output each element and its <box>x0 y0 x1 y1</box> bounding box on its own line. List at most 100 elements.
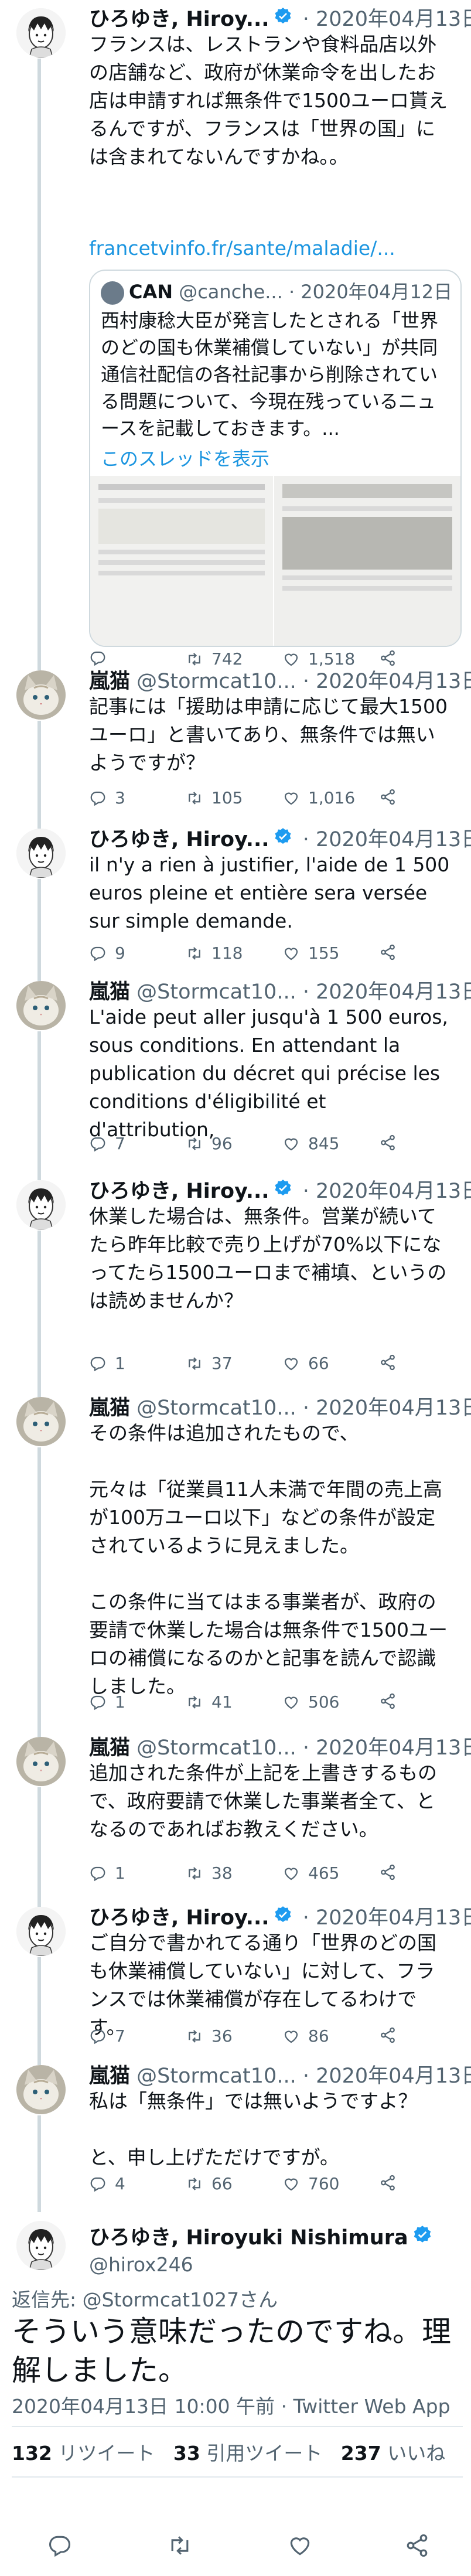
avatar[interactable] <box>16 1397 66 1446</box>
reply-icon[interactable] <box>89 789 107 807</box>
retweet-button[interactable]: 41 <box>186 1692 233 1712</box>
quote-count[interactable]: 33 引用ツイート <box>173 2442 322 2465</box>
reply-icon[interactable] <box>89 1355 107 1372</box>
avatar[interactable] <box>16 829 66 878</box>
like-icon[interactable] <box>282 1135 300 1153</box>
share-button[interactable] <box>379 1354 397 1371</box>
avatar[interactable] <box>16 1907 66 1956</box>
like-icon[interactable] <box>282 1694 300 1711</box>
author-name[interactable]: 嵐猫 <box>89 670 130 693</box>
like-icon[interactable] <box>282 1355 300 1372</box>
reply-button[interactable]: 7 <box>89 2026 125 2046</box>
retweet-count[interactable]: 132 リツイート <box>12 2442 155 2465</box>
avatar[interactable] <box>16 1737 66 1786</box>
avatar[interactable] <box>16 981 66 1030</box>
tweet-date[interactable]: · 2020年04月13日 <box>303 1736 471 1760</box>
reply-button[interactable]: 1 <box>89 1863 125 1883</box>
retweet-icon[interactable] <box>186 945 203 962</box>
retweet-icon[interactable] <box>186 1135 203 1153</box>
like-button[interactable]: 86 <box>282 2026 329 2046</box>
like-count[interactable]: 237 いいね <box>341 2442 445 2465</box>
quoted-tweet[interactable]: CAN @canche... · 2020年04月12日 西村康稔大臣が発言したと… <box>89 270 462 647</box>
author-name[interactable]: 嵐猫 <box>89 980 130 1004</box>
like-button[interactable]: 465 <box>282 1863 339 1883</box>
reply-to[interactable]: 返信先: @Stormcat1027さん <box>12 2284 278 2312</box>
like-icon[interactable] <box>287 2533 313 2561</box>
share-button[interactable] <box>379 1134 397 1151</box>
share-button[interactable] <box>379 2174 397 2192</box>
retweet-icon[interactable] <box>186 1694 203 1711</box>
retweet-button[interactable]: 38 <box>186 1863 233 1883</box>
reply-icon[interactable] <box>89 1694 107 1711</box>
retweet-icon[interactable] <box>167 2533 193 2561</box>
share-button[interactable] <box>379 788 397 806</box>
reply-button[interactable]: 1 <box>89 1692 125 1712</box>
retweet-icon[interactable] <box>186 2028 203 2045</box>
reply-button[interactable]: 7 <box>89 1134 125 1153</box>
like-button[interactable]: 155 <box>282 943 339 963</box>
retweet-button[interactable]: 66 <box>186 2174 233 2193</box>
retweet-button[interactable]: 37 <box>186 1354 233 1373</box>
share-icon[interactable] <box>379 1134 397 1151</box>
avatar[interactable] <box>16 1180 66 1229</box>
tweet-date[interactable]: · 2020年04月13日 <box>303 1396 471 1420</box>
author-handle[interactable]: @Stormcat10... <box>136 1736 296 1760</box>
author-name[interactable]: ひろゆき, Hiroy... <box>89 828 269 851</box>
share-icon[interactable] <box>379 1692 397 1710</box>
reply-button[interactable]: 3 <box>89 788 125 807</box>
avatar[interactable] <box>16 8 66 57</box>
like-button[interactable]: 1,016 <box>282 788 355 807</box>
retweet-button[interactable]: 36 <box>186 2026 233 2046</box>
avatar[interactable] <box>16 670 66 720</box>
avatar[interactable] <box>16 2065 66 2114</box>
retweet-icon[interactable] <box>186 1355 203 1372</box>
quote-image[interactable] <box>90 476 274 646</box>
tweet[interactable]: 嵐猫 @Stormcat10... · 2020年04月13日 その条件は追加され… <box>0 1389 471 1729</box>
author-handle[interactable]: @Stormcat10... <box>136 670 296 693</box>
author-handle[interactable]: @Stormcat10... <box>136 2064 296 2088</box>
share-icon[interactable] <box>379 1863 397 1881</box>
tweet-date[interactable]: · 2020年04月13日 <box>303 1906 471 1930</box>
quote-date[interactable]: · 2020年04月12日 <box>289 281 452 303</box>
share-icon[interactable] <box>379 1354 397 1371</box>
reply-icon[interactable] <box>89 1865 107 1882</box>
tweet-date[interactable]: · 2020年04月13日 <box>303 828 471 851</box>
tweet[interactable]: 嵐猫 @Stormcat10... · 2020年04月13日 記事には「援助は申… <box>0 662 471 820</box>
retweet-icon[interactable] <box>186 789 203 807</box>
like-icon[interactable] <box>282 945 300 962</box>
reply-icon[interactable] <box>47 2533 73 2561</box>
quote-image[interactable] <box>274 476 460 646</box>
reply-button[interactable]: 9 <box>89 943 125 963</box>
tweet-date[interactable]: · 2020年04月13日 <box>303 2064 471 2088</box>
like-button[interactable]: 845 <box>282 1134 339 1153</box>
show-thread-link[interactable]: このスレッドを表示 <box>101 444 269 471</box>
author-handle[interactable]: @Stormcat10... <box>136 980 296 1004</box>
retweet-icon[interactable] <box>186 1865 203 1882</box>
retweet-button[interactable]: 118 <box>186 943 243 963</box>
tweet-date[interactable]: · 2020年04月13日 <box>303 670 471 693</box>
tweet[interactable]: 嵐猫 @Stormcat10... · 2020年04月13日 L'aide pe… <box>0 973 471 1172</box>
share-icon[interactable] <box>379 943 397 961</box>
share-button[interactable] <box>379 1863 397 1881</box>
author-name[interactable]: 嵐猫 <box>89 1396 130 1420</box>
tweet-date[interactable]: · 2020年04月13日 <box>303 980 471 1004</box>
avatar[interactable] <box>16 2221 66 2270</box>
reply-icon[interactable] <box>89 2028 107 2045</box>
tweet[interactable]: ひろゆき, Hiroy... · 2020年04月13日 ご自分で書かれてる通り「… <box>0 1899 471 2057</box>
focus-handle[interactable]: @hirox246 <box>89 2251 193 2278</box>
author-handle[interactable]: @Stormcat10... <box>136 1396 296 1420</box>
reply-button[interactable]: 1 <box>89 1354 125 1373</box>
like-icon[interactable] <box>282 1865 300 1882</box>
like-button[interactable]: 66 <box>282 1354 329 1373</box>
retweet-icon[interactable] <box>186 2175 203 2193</box>
share-icon[interactable] <box>379 2026 397 2044</box>
tweet-timestamp[interactable]: 2020年04月13日 10:00 午前 · Twitter Web App <box>12 2391 450 2419</box>
like-button[interactable]: 506 <box>282 1692 339 1712</box>
reply-icon[interactable] <box>89 1135 107 1153</box>
share-icon[interactable] <box>379 2174 397 2192</box>
tweet[interactable]: ひろゆき, Hiroy... · 2020年04月13日 il n'y a rie… <box>0 820 471 973</box>
share-icon[interactable] <box>379 788 397 806</box>
share-button[interactable] <box>379 2026 397 2044</box>
author-name[interactable]: 嵐猫 <box>89 1736 130 1760</box>
share-icon[interactable] <box>404 2533 430 2561</box>
